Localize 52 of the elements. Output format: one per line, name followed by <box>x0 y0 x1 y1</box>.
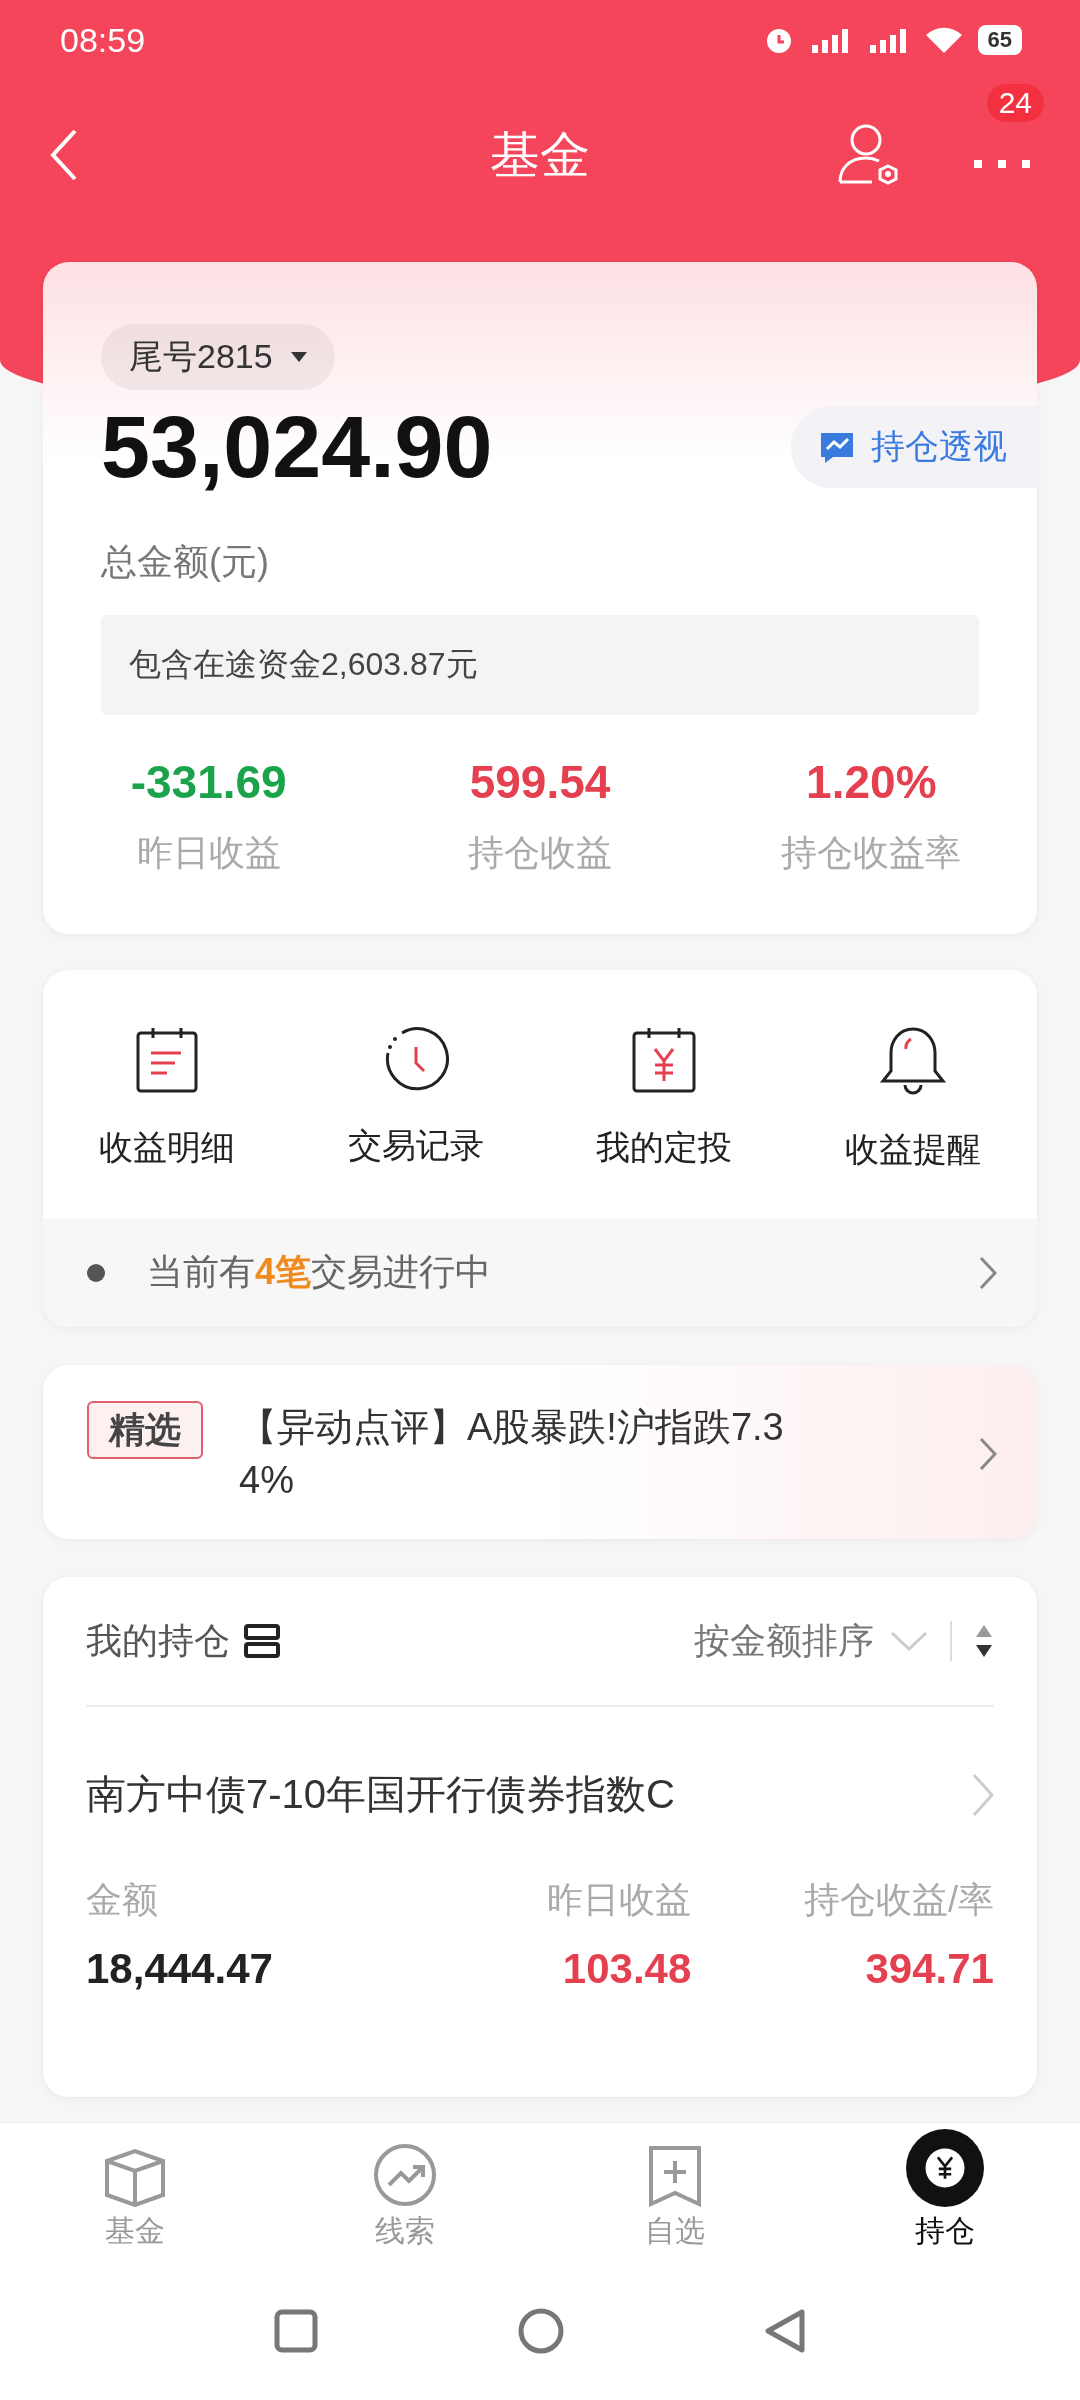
column-label: 金额 <box>86 1878 159 1923</box>
stat-value: 599.54 <box>468 755 612 809</box>
shortcut-item[interactable]: 交易记录 <box>291 1024 540 1174</box>
chevron-right-icon <box>972 1772 994 1817</box>
insight-button[interactable]: 持仓透视 <box>791 406 1037 488</box>
in-transit-note: 包含在途资金2,603.87元 <box>101 615 979 715</box>
stat-label: 持仓收益率 <box>780 831 963 875</box>
layout-icon[interactable] <box>244 1624 280 1659</box>
chevron-down-icon <box>890 1631 928 1652</box>
document-icon <box>135 1025 200 1095</box>
trend-icon <box>373 2143 437 2207</box>
column-label: 昨日收益 <box>546 1878 692 1923</box>
news-headline[interactable]: 【异动点评】A股暴跌!沪指跌7.34% <box>239 1401 824 1508</box>
section-title: 我的持仓 <box>86 1618 230 1663</box>
calendar-icon <box>631 1025 698 1095</box>
column-label: 持仓收益/率 <box>802 1878 994 1923</box>
more-icon[interactable] <box>974 160 1030 170</box>
back-icon[interactable] <box>764 2307 806 2354</box>
page-title: 基金 <box>490 125 590 185</box>
chart-icon <box>819 431 855 463</box>
featured-tag: 精选 <box>87 1401 203 1460</box>
chevron-right-icon <box>979 1437 997 1472</box>
news-card[interactable]: 精选 【异动点评】A股暴跌!沪指跌7.34% <box>43 1365 1037 1540</box>
stat-value: -331.69 <box>129 755 288 809</box>
total-amount: 53,024.90 <box>101 396 493 498</box>
chevron-right-icon <box>979 1255 997 1290</box>
shortcut-item[interactable]: 收益提醒 <box>788 1024 1037 1174</box>
home-icon[interactable] <box>518 2307 564 2354</box>
stat-label: 昨日收益 <box>135 831 282 875</box>
bell-icon <box>878 1025 947 1097</box>
shortcut-item[interactable]: 收益明细 <box>43 1024 292 1174</box>
status-time: 08:59 <box>60 20 146 60</box>
dropdown-caret-icon <box>290 352 307 362</box>
back-icon[interactable] <box>50 128 78 182</box>
total-label: 总金额(元) <box>101 540 270 584</box>
nav-tab[interactable]: 持仓 <box>810 2123 1080 2262</box>
yuan-coin-icon <box>906 2129 984 2207</box>
sort-dropdown[interactable]: 按金额排序 <box>694 1616 928 1666</box>
battery-level: 65 <box>977 25 1022 55</box>
status-dot <box>87 1263 105 1282</box>
fund-amount: 18,444.47 <box>86 1945 274 1994</box>
account-selector[interactable]: 尾号2815 <box>101 324 335 390</box>
stat-value: 1.20% <box>805 755 938 809</box>
bookmark-plus-icon <box>648 2145 702 2207</box>
fund-yesterday-profit: 103.48 <box>561 1945 692 1994</box>
stat-label: 持仓收益 <box>467 831 613 875</box>
pending-trades-row[interactable]: 当前有4笔交易进行中 <box>43 1218 1037 1327</box>
cube-icon <box>103 2147 167 2207</box>
fund-holding-profit: 394.71 <box>864 1945 994 1994</box>
recents-icon[interactable] <box>274 2308 318 2353</box>
fund-name[interactable]: 南方中债7-10年国开行债券指数C <box>86 1767 675 1823</box>
shortcut-item[interactable]: 我的定投 <box>540 1024 789 1174</box>
